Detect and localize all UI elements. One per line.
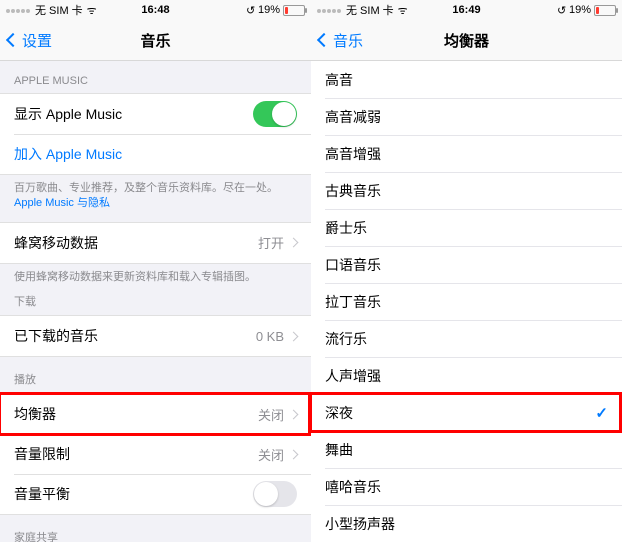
nav-bar: 设置 音乐 [0, 20, 311, 61]
settings-music-screen: 无 SIM 卡 ᯤ 16:48 ↻ 19% 设置 音乐 APPLE MUSIC [0, 0, 311, 542]
eq-option-label: 高音 [325, 70, 353, 90]
rotation-lock-icon: ↻ [246, 4, 255, 17]
eq-option-row[interactable]: 高音增强 [311, 135, 622, 172]
cell-label: 音量平衡 [14, 484, 70, 504]
clock: 16:48 [141, 4, 169, 16]
cell-signal-icon [6, 4, 31, 16]
status-bar: 无 SIM 卡 ᯤ 16:49 ↻ 19% [311, 0, 622, 20]
page-title: 均衡器 [444, 30, 489, 51]
eq-option-label: 流行乐 [325, 329, 367, 349]
cell-downloaded-music[interactable]: 已下载的音乐 0 KB [0, 316, 311, 356]
cell-label: 蜂窝移动数据 [14, 233, 98, 253]
back-label: 设置 [22, 30, 52, 51]
equalizer-options-list: 高音高音减弱高音增强古典音乐爵士乐口语音乐拉丁音乐流行乐人声增强深夜 ✓ 舞曲嘻哈音… [311, 61, 622, 542]
eq-option-label: 古典音乐 [325, 181, 381, 201]
page-title: 音乐 [140, 30, 170, 51]
cell-label: 已下载的音乐 [14, 326, 98, 346]
switch-volume-balance[interactable] [253, 481, 297, 507]
carrier-text: 无 SIM 卡 [35, 2, 83, 18]
back-button[interactable]: 设置 [8, 30, 52, 51]
cell-show-apple-music[interactable]: 显示 Apple Music [0, 94, 311, 134]
cell-cellular-data[interactable]: 蜂窝移动数据 打开 [0, 223, 311, 263]
clock: 16:49 [452, 4, 480, 16]
cell-value: 关闭 [258, 445, 284, 464]
eq-option-label: 人声增强 [325, 366, 381, 386]
eq-option-label: 嘻哈音乐 [325, 477, 381, 497]
eq-option-label: 高音增强 [325, 144, 381, 164]
battery-percent: 19% [569, 4, 591, 16]
chevron-right-icon [289, 449, 299, 459]
eq-option-label: 高音减弱 [325, 107, 381, 127]
chevron-right-icon [289, 238, 299, 248]
eq-option-row[interactable]: 爵士乐 [311, 209, 622, 246]
eq-option-row[interactable]: 人声增强 [311, 357, 622, 394]
eq-option-row[interactable]: 深夜 ✓ [311, 394, 622, 431]
cell-value: 0 KB [256, 329, 284, 344]
cell-value: 关闭 [258, 405, 284, 424]
eq-option-row[interactable]: 嘻哈音乐 [311, 468, 622, 505]
cell-label: 加入 Apple Music [14, 144, 122, 164]
checkmark-icon: ✓ [595, 404, 608, 422]
cell-signal-icon [317, 4, 342, 16]
section-header-apple-music: APPLE MUSIC [0, 61, 311, 93]
eq-option-label: 深夜 [325, 403, 353, 423]
eq-option-label: 爵士乐 [325, 218, 367, 238]
cell-label: 均衡器 [14, 404, 56, 424]
battery-icon [283, 5, 305, 16]
eq-option-row[interactable]: 口语音乐 [311, 246, 622, 283]
chevron-right-icon [289, 409, 299, 419]
section-header-home-sharing: 家庭共享 [0, 515, 311, 542]
wifi-icon: ᯤ [87, 3, 97, 18]
eq-option-row[interactable]: 高音减弱 [311, 98, 622, 135]
eq-option-label: 舞曲 [325, 440, 353, 460]
cell-value: 打开 [258, 233, 284, 252]
chevron-left-icon [317, 33, 331, 47]
battery-percent: 19% [258, 4, 280, 16]
equalizer-screen: 无 SIM 卡 ᯤ 16:49 ↻ 19% 音乐 均衡器 高音高音减弱高音增强古… [311, 0, 622, 542]
battery-icon [594, 5, 616, 16]
eq-option-row[interactable]: 流行乐 [311, 320, 622, 357]
chevron-left-icon [6, 33, 20, 47]
nav-bar: 音乐 均衡器 [311, 20, 622, 61]
eq-option-label: 拉丁音乐 [325, 292, 381, 312]
cell-label: 显示 Apple Music [14, 104, 122, 124]
cell-equalizer[interactable]: 均衡器 关闭 [0, 394, 311, 434]
section-footer-cellular: 使用蜂窝移动数据来更新资料库和载入专辑插图。 [0, 264, 311, 289]
eq-option-row[interactable]: 拉丁音乐 [311, 283, 622, 320]
section-header-download: 下载 [0, 289, 311, 315]
status-bar: 无 SIM 卡 ᯤ 16:48 ↻ 19% [0, 0, 311, 20]
wifi-icon: ᯤ [398, 3, 408, 18]
chevron-right-icon [289, 331, 299, 341]
eq-option-row[interactable]: 小型扬声器 [311, 505, 622, 542]
cell-join-apple-music[interactable]: 加入 Apple Music [0, 134, 311, 174]
cell-volume-limit[interactable]: 音量限制 关闭 [0, 434, 311, 474]
eq-option-label: 口语音乐 [325, 255, 381, 275]
section-header-playback: 播放 [0, 357, 311, 393]
eq-option-row[interactable]: 高音 [311, 61, 622, 98]
apple-music-privacy-link[interactable]: Apple Music 与隐私 [14, 197, 110, 209]
carrier-text: 无 SIM 卡 [346, 2, 394, 18]
section-footer-apple-music: 百万歌曲、专业推荐，及整个音乐资料库。尽在一处。 Apple Music 与隐私 [0, 175, 311, 216]
eq-option-row[interactable]: 舞曲 [311, 431, 622, 468]
switch-show-apple-music[interactable] [253, 101, 297, 127]
cell-label: 音量限制 [14, 444, 70, 464]
eq-option-label: 小型扬声器 [325, 514, 395, 534]
rotation-lock-icon: ↻ [557, 4, 566, 17]
cell-volume-balance[interactable]: 音量平衡 [0, 474, 311, 514]
back-label: 音乐 [333, 30, 363, 51]
back-button[interactable]: 音乐 [319, 30, 363, 51]
eq-option-row[interactable]: 古典音乐 [311, 172, 622, 209]
